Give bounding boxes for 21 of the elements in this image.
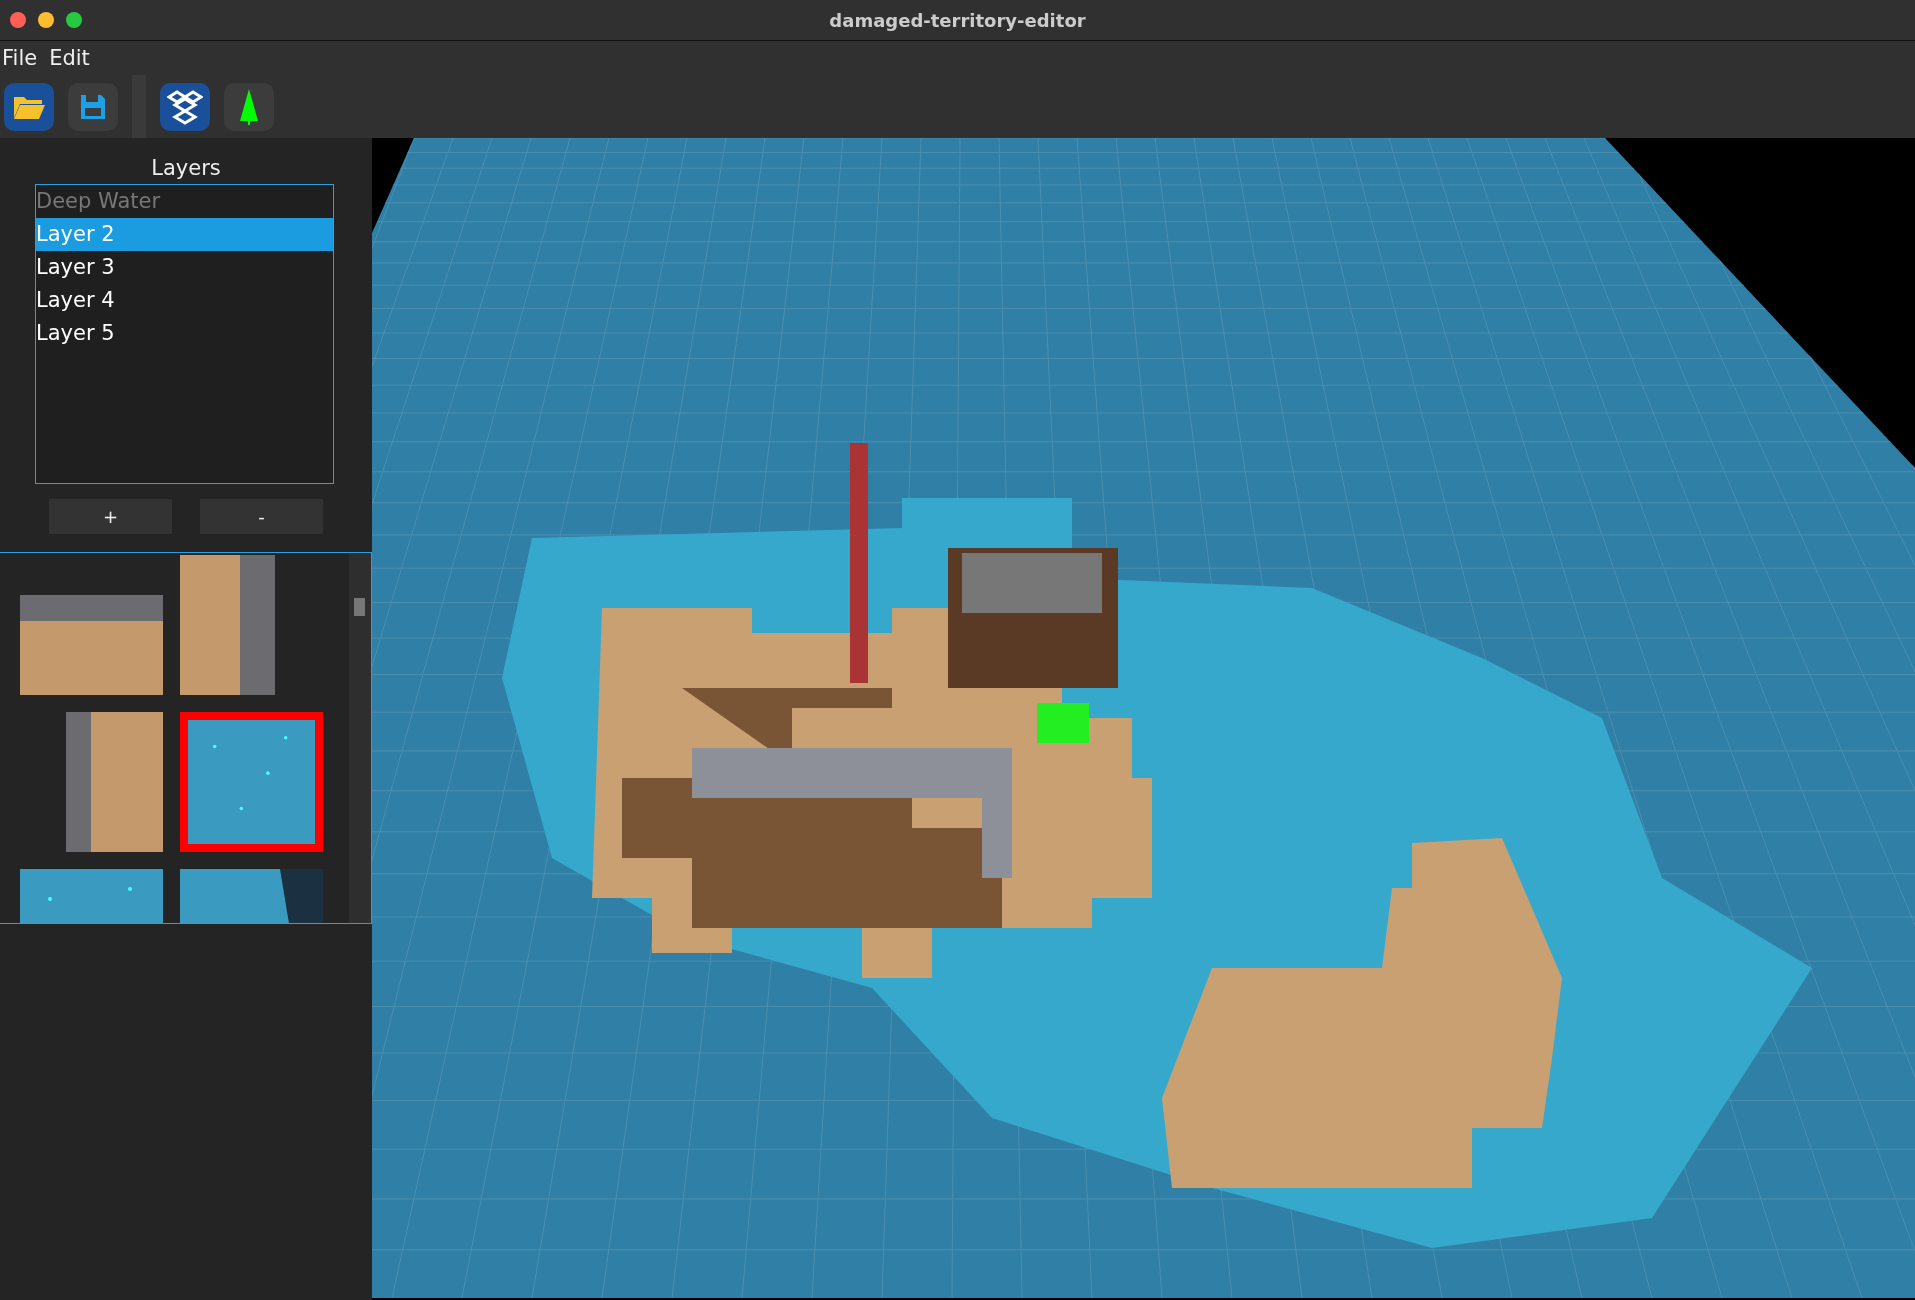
add-layer-button[interactable]: + — [49, 499, 172, 534]
menu-item[interactable]: Edit — [49, 46, 90, 70]
toolbar-button[interactable] — [160, 82, 210, 131]
zoom-button[interactable] — [66, 12, 82, 28]
close-button[interactable] — [10, 12, 26, 28]
scrollbar[interactable] — [349, 553, 371, 923]
layer-item[interactable]: Deep Water — [36, 185, 333, 218]
toolbar-button[interactable] — [224, 82, 274, 131]
layer-item[interactable]: Layer 4 — [36, 284, 333, 317]
tree-icon — [239, 88, 259, 125]
panel-title: Layers — [150, 156, 222, 180]
tile-swatch[interactable] — [180, 712, 323, 852]
scrollbar-thumb[interactable] — [354, 598, 365, 616]
window-title: damaged-territory-editor — [829, 9, 1086, 31]
stacked-squares-icon — [167, 88, 203, 125]
layer-item[interactable]: Layer 5 — [36, 317, 333, 350]
toolbar-button[interactable] — [4, 82, 54, 131]
minimize-button[interactable] — [38, 12, 54, 28]
remove-layer-button[interactable]: - — [200, 499, 323, 534]
menu-item[interactable]: File — [2, 46, 38, 70]
layer-item[interactable]: Layer 3 — [36, 251, 333, 284]
